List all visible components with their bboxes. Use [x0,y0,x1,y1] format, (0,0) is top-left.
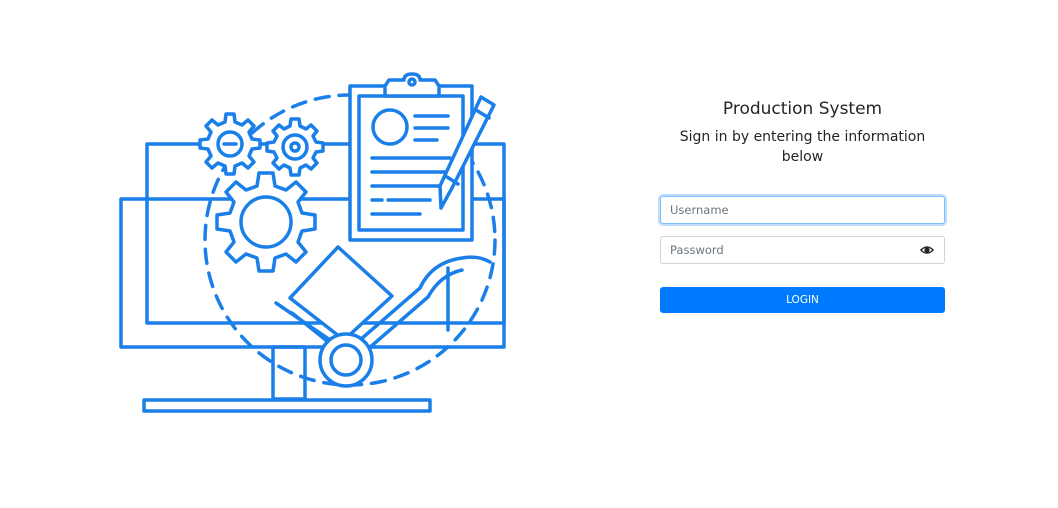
gear-large [215,171,317,273]
gear-small-right [265,117,325,177]
page-subtitle: Sign in by entering the information belo… [679,129,926,165]
page-title: Production System [722,99,883,119]
login-button[interactable]: LOGIN [660,287,945,313]
username-input[interactable] [661,197,919,223]
password-field [660,236,945,264]
username-field [660,196,945,224]
arm-joint [318,332,374,388]
gear-small-left [198,112,262,176]
login-form: Production System Sign in by entering th… [660,96,945,313]
production-illustration [119,72,506,413]
password-input[interactable] [661,237,919,263]
eye-icon[interactable] [920,243,934,257]
login-page: Production System Sign in by entering th… [0,0,1058,508]
monitor-base [142,398,432,413]
